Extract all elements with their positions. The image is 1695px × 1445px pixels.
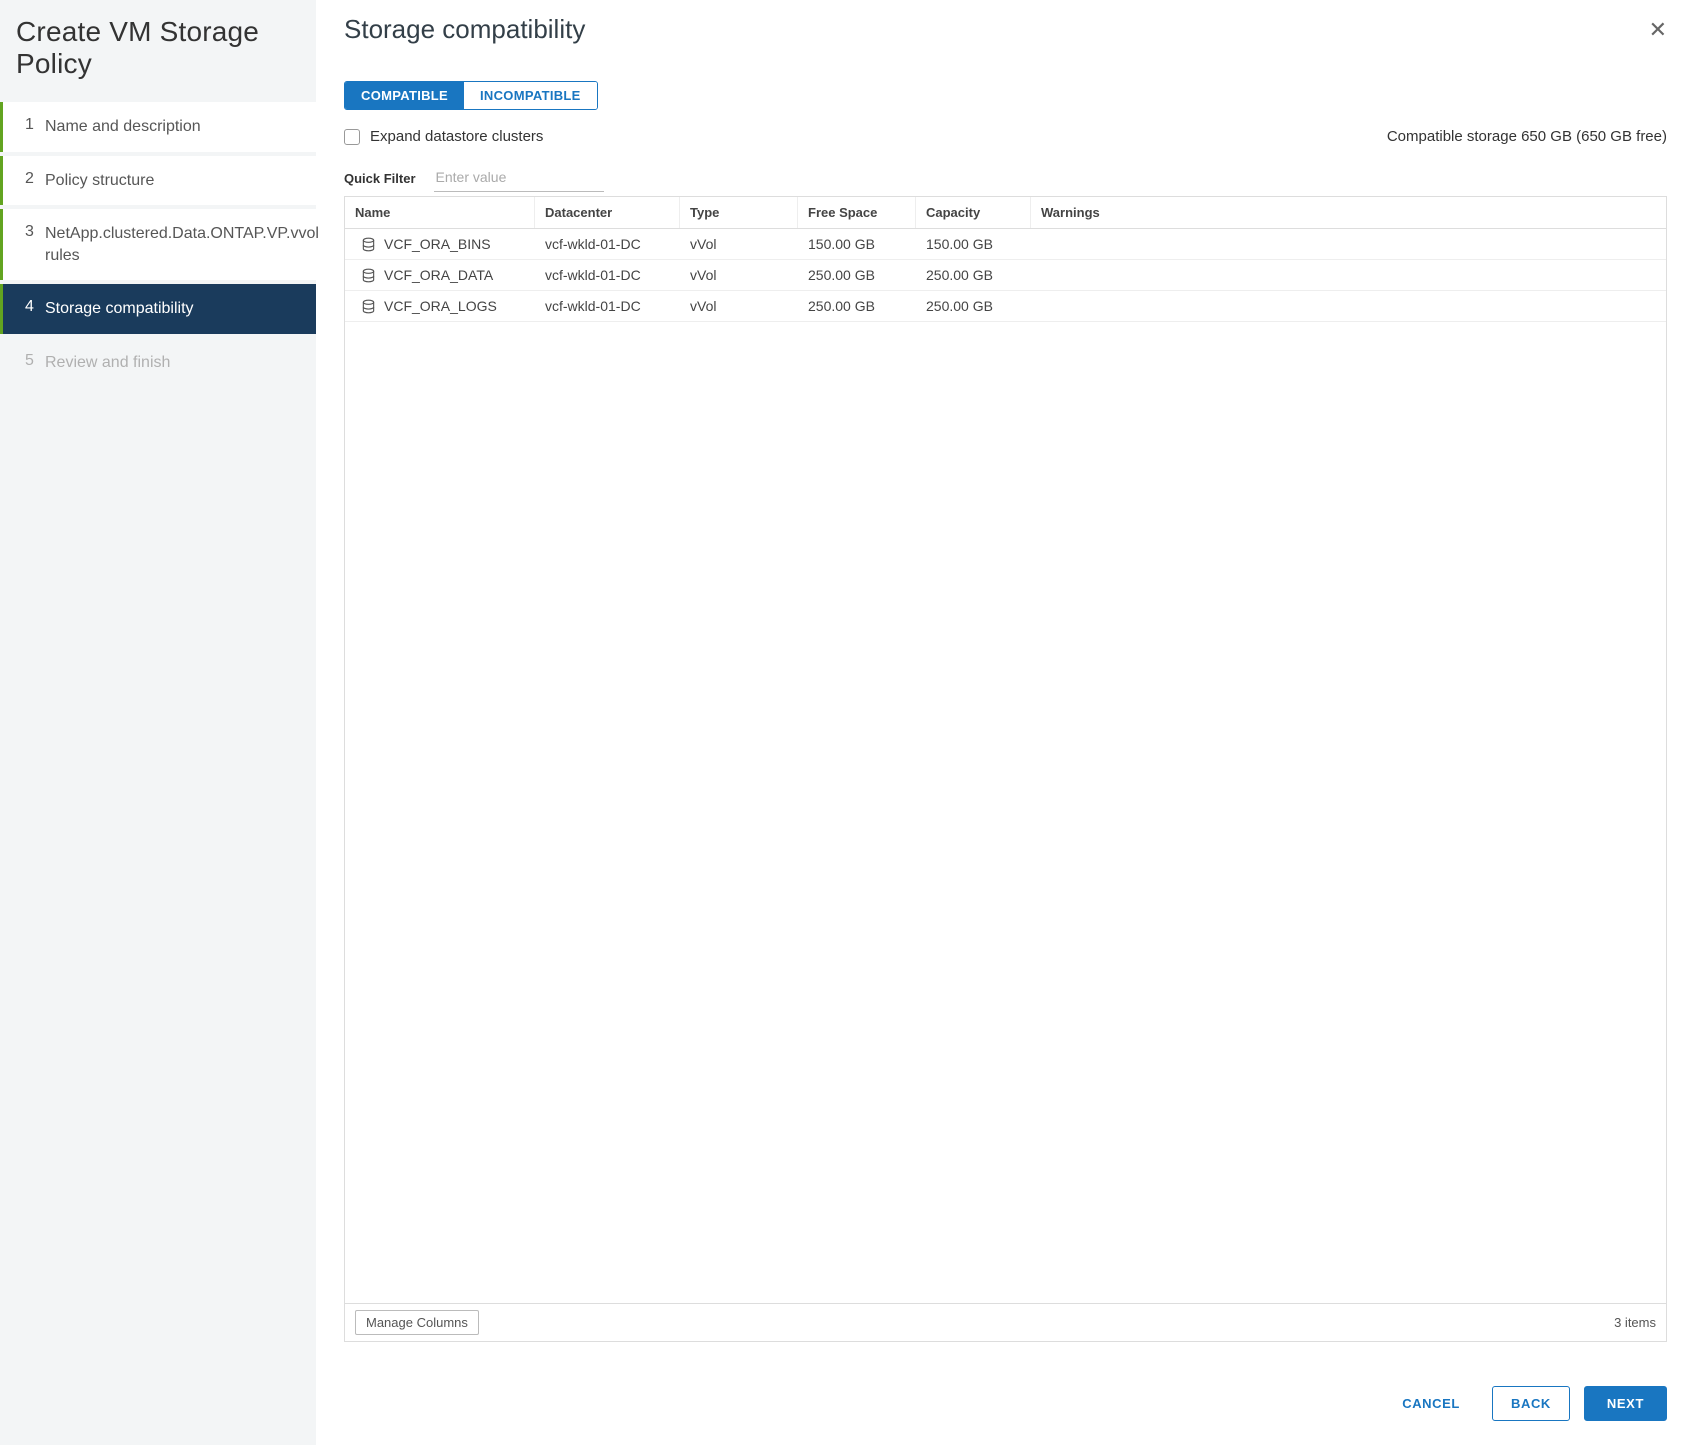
col-header-type[interactable]: Type	[680, 197, 798, 228]
sidebar-title: Create VM Storage Policy	[0, 10, 316, 102]
manage-columns-button[interactable]: Manage Columns	[355, 1310, 479, 1335]
cell-type: vVol	[680, 260, 798, 290]
cancel-button[interactable]: CANCEL	[1384, 1387, 1478, 1420]
cell-name: VCF_ORA_LOGS	[384, 298, 497, 314]
main-panel: Storage compatibility ✕ COMPATIBLE INCOM…	[316, 0, 1695, 1445]
cell-datacenter: vcf-wkld-01-DC	[535, 229, 680, 259]
step-label: Policy structure	[45, 170, 300, 192]
cell-warnings	[1031, 299, 1666, 313]
step-label: NetApp.clustered.Data.ONTAP.VP.vvol rule…	[45, 223, 319, 266]
step-label: Name and description	[45, 116, 300, 138]
step-label: Review and finish	[45, 352, 300, 374]
table-row[interactable]: VCF_ORA_LOGS vcf-wkld-01-DC vVol 250.00 …	[345, 291, 1666, 322]
wizard-footer: CANCEL BACK NEXT	[344, 1342, 1667, 1421]
datastore-icon	[361, 268, 376, 283]
table-row[interactable]: VCF_ORA_BINS vcf-wkld-01-DC vVol 150.00 …	[345, 229, 1666, 260]
cell-type: vVol	[680, 229, 798, 259]
items-count: 3 items	[1614, 1315, 1656, 1330]
step-number: 3	[25, 223, 45, 241]
step-number: 4	[25, 298, 45, 316]
cell-capacity: 150.00 GB	[916, 229, 1031, 259]
expand-clusters-label: Expand datastore clusters	[370, 128, 543, 145]
col-header-warnings[interactable]: Warnings	[1031, 197, 1666, 228]
cell-free-space: 250.00 GB	[798, 260, 916, 290]
step-label: Storage compatibility	[45, 298, 300, 320]
tab-compatible[interactable]: COMPATIBLE	[345, 82, 464, 109]
step-number: 2	[25, 170, 45, 188]
expand-clusters-checkbox[interactable]	[344, 129, 360, 145]
cell-datacenter: vcf-wkld-01-DC	[535, 260, 680, 290]
table-row[interactable]: VCF_ORA_DATA vcf-wkld-01-DC vVol 250.00 …	[345, 260, 1666, 291]
step-number: 5	[25, 352, 45, 370]
cell-name: VCF_ORA_BINS	[384, 236, 491, 252]
cell-warnings	[1031, 237, 1666, 251]
datastore-icon	[361, 237, 376, 252]
back-button[interactable]: BACK	[1492, 1386, 1570, 1421]
datastore-icon	[361, 299, 376, 314]
step-vvol-rules[interactable]: 3 NetApp.clustered.Data.ONTAP.VP.vvol ru…	[0, 209, 316, 280]
col-header-capacity[interactable]: Capacity	[916, 197, 1031, 228]
cell-name: VCF_ORA_DATA	[384, 267, 493, 283]
table-header: Name Datacenter Type Free Space Capacity…	[345, 197, 1666, 229]
step-number: 1	[25, 116, 45, 134]
compatible-storage-summary: Compatible storage 650 GB (650 GB free)	[1387, 128, 1667, 145]
datastore-table: Name Datacenter Type Free Space Capacity…	[344, 196, 1667, 1342]
wizard-sidebar: Create VM Storage Policy 1 Name and desc…	[0, 0, 316, 1445]
step-review-and-finish: 5 Review and finish	[0, 338, 316, 388]
quick-filter-input[interactable]	[434, 165, 604, 192]
cell-datacenter: vcf-wkld-01-DC	[535, 291, 680, 321]
col-header-datacenter[interactable]: Datacenter	[535, 197, 680, 228]
cell-capacity: 250.00 GB	[916, 260, 1031, 290]
cell-warnings	[1031, 268, 1666, 282]
quick-filter-label: Quick Filter	[344, 171, 416, 186]
cell-type: vVol	[680, 291, 798, 321]
wizard-steps: 1 Name and description 2 Policy structur…	[0, 102, 316, 392]
step-policy-structure[interactable]: 2 Policy structure	[0, 156, 316, 206]
col-header-name[interactable]: Name	[345, 197, 535, 228]
compatibility-tabs: COMPATIBLE INCOMPATIBLE	[344, 81, 598, 110]
tab-incompatible[interactable]: INCOMPATIBLE	[464, 82, 597, 109]
step-name-and-description[interactable]: 1 Name and description	[0, 102, 316, 152]
close-icon[interactable]: ✕	[1649, 19, 1667, 41]
cell-free-space: 150.00 GB	[798, 229, 916, 259]
table-body: VCF_ORA_BINS vcf-wkld-01-DC vVol 150.00 …	[345, 229, 1666, 1303]
step-storage-compatibility[interactable]: 4 Storage compatibility	[0, 284, 316, 334]
cell-free-space: 250.00 GB	[798, 291, 916, 321]
next-button[interactable]: NEXT	[1584, 1386, 1667, 1421]
cell-capacity: 250.00 GB	[916, 291, 1031, 321]
col-header-free-space[interactable]: Free Space	[798, 197, 916, 228]
table-footer: Manage Columns 3 items	[345, 1303, 1666, 1341]
page-title: Storage compatibility	[344, 14, 585, 45]
